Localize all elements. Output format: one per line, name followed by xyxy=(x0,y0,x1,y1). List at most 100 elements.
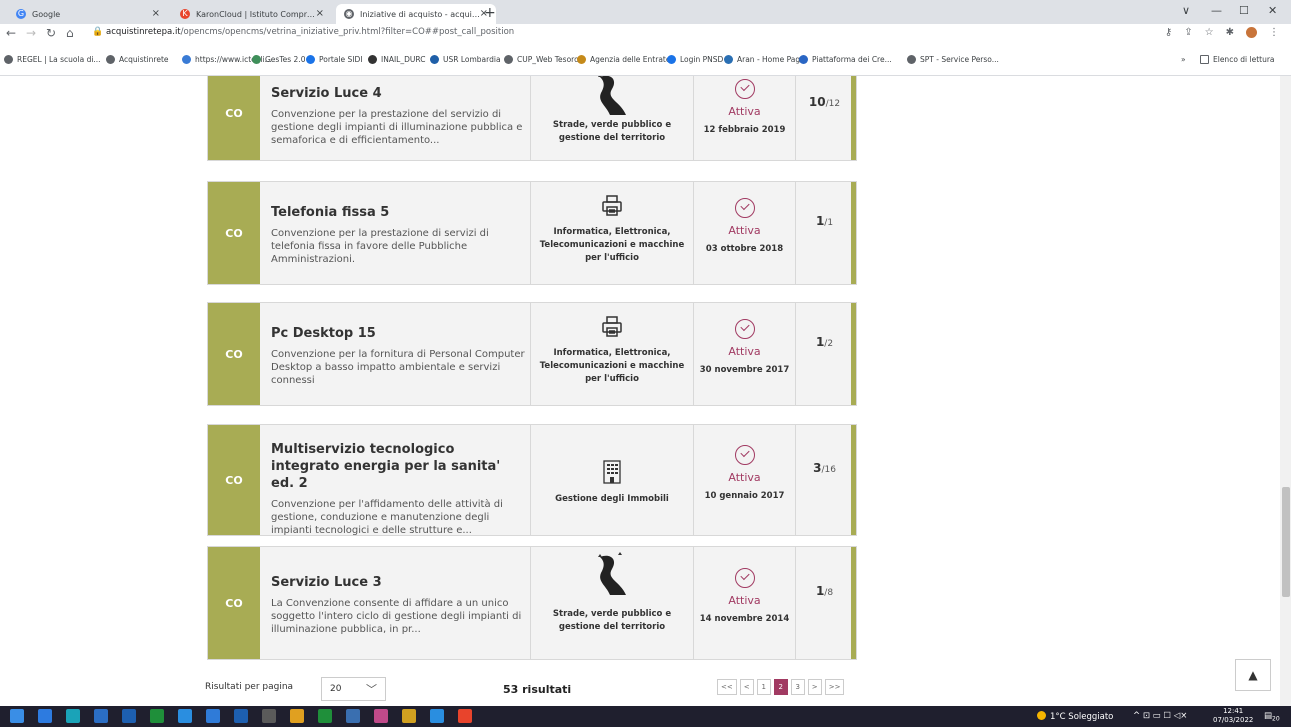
system-tray-icons[interactable]: ^ ⊡ ▭ ☐ ◁× xyxy=(1133,711,1187,721)
start-button[interactable] xyxy=(10,709,24,723)
share-icon[interactable]: ⇪ xyxy=(1184,27,1192,38)
explorer-icon[interactable] xyxy=(206,709,220,723)
bookmark-icon xyxy=(368,55,377,64)
calculator-icon[interactable] xyxy=(262,709,276,723)
tab-3[interactable]: ◉Iniziative di acquisto - acquistinre× xyxy=(336,4,496,24)
initiative-card[interactable]: CO Servizio Luce 4 Convenzione per la pres… xyxy=(207,76,857,161)
card-title[interactable]: Servizio Luce 4 xyxy=(271,85,526,102)
star-icon[interactable]: ☆ xyxy=(1205,27,1214,38)
bookmark-icon xyxy=(4,55,13,64)
notification-icon: ▤ xyxy=(1264,711,1273,721)
bookmark-item[interactable]: Portale SIDI xyxy=(306,55,363,64)
tab-search-icon[interactable]: ∨ xyxy=(1182,4,1190,17)
card-title[interactable]: Pc Desktop 15 xyxy=(271,325,526,342)
back-icon[interactable]: ← xyxy=(6,26,16,40)
page-button[interactable]: >> xyxy=(824,679,845,695)
initiative-card[interactable]: CO Multiservizio tecnologico integrato en… xyxy=(207,424,857,536)
tab-2[interactable]: K KaronCloud | Istituto Comprensi × xyxy=(172,4,332,24)
status-cell: Attiva 12 febbraio 2019 xyxy=(694,76,796,160)
reading-list-button[interactable]: Elenco di lettura xyxy=(1200,55,1275,64)
page-button[interactable]: 3 xyxy=(790,679,805,695)
bookmark-icon xyxy=(306,55,315,64)
home-icon[interactable]: ⌂ xyxy=(66,26,74,40)
bookmark-item[interactable]: CUP_Web Tesoro xyxy=(504,55,579,64)
bookmark-item[interactable]: Piattaforma dei Cre... xyxy=(799,55,892,64)
tab-label: KaronCloud | Istituto Comprensi xyxy=(196,9,316,19)
bookmark-item[interactable]: GesTes 2.0 xyxy=(252,55,305,64)
back-to-top-button[interactable]: ▲ xyxy=(1235,659,1271,691)
page-button[interactable]: << xyxy=(717,679,737,695)
tab-1[interactable]: G Google × xyxy=(8,4,168,24)
scrollbar[interactable] xyxy=(1280,76,1291,706)
card-title[interactable]: Servizio Luce 3 xyxy=(271,574,526,591)
more-bookmarks-button[interactable]: » xyxy=(1181,55,1186,64)
card-description: Convenzione per la prestazione del servi… xyxy=(271,108,523,146)
bookmark-icon xyxy=(106,55,115,64)
bookmark-item[interactable]: SPT - Service Perso... xyxy=(907,55,999,64)
lots-count: 3/16 xyxy=(813,461,836,475)
app-icon[interactable] xyxy=(374,709,388,723)
initiative-card[interactable]: CO Telefonia fissa 5 Convenzione per la pr… xyxy=(207,181,857,285)
bookmark-item[interactable]: Acquistinrete xyxy=(106,55,169,64)
bookmark-item[interactable]: Aran - Home Page xyxy=(724,55,805,64)
card-description: Convenzione per la prestazione di serviz… xyxy=(271,228,489,265)
bookmark-item[interactable]: Agenzia delle Entrate xyxy=(577,55,670,64)
edge-icon[interactable] xyxy=(38,709,52,723)
type-badge: CO xyxy=(208,182,260,284)
app-icon[interactable] xyxy=(402,709,416,723)
outlook-icon[interactable] xyxy=(94,709,108,723)
lots-count: 10/12 xyxy=(808,94,841,109)
maximize-button[interactable]: ☐ xyxy=(1239,4,1249,17)
page-button[interactable]: 1 xyxy=(756,679,771,695)
bookmark-item[interactable]: Login PNSD xyxy=(667,55,723,64)
notifications-button[interactable]: ▤20 xyxy=(1264,711,1280,723)
results-count: 53 risultati xyxy=(503,683,572,696)
url-field[interactable]: acquistinretepa.it/opencms/opencms/vetri… xyxy=(106,27,514,37)
forward-icon[interactable]: → xyxy=(26,26,36,40)
key-icon[interactable]: ⚷ xyxy=(1165,27,1172,38)
app-icon[interactable] xyxy=(430,709,444,723)
new-tab-button[interactable]: + xyxy=(484,5,496,21)
bookmark-icon xyxy=(504,55,513,64)
card-title[interactable]: Multiservizio tecnologico integrato ener… xyxy=(271,441,526,492)
scrollbar-thumb[interactable] xyxy=(1282,487,1290,597)
lock-icon[interactable]: 🔒 xyxy=(92,27,103,37)
page-button[interactable]: > xyxy=(807,679,822,695)
per-page-select[interactable]: 20 ﹀ xyxy=(321,677,386,701)
close-window-button[interactable]: ✕ xyxy=(1268,4,1277,17)
card-body: Servizio Luce 3 La Convenzione consente d… xyxy=(271,574,526,636)
check-circle-icon xyxy=(735,78,755,99)
chevron-down-icon: ﹀ xyxy=(366,683,377,696)
app-icon[interactable] xyxy=(290,709,304,723)
card-body: Multiservizio tecnologico integrato ener… xyxy=(271,441,526,537)
weather-widget[interactable]: 1°C Soleggiato xyxy=(1037,711,1113,722)
paint-icon[interactable] xyxy=(178,709,192,723)
page-button[interactable]: 2 xyxy=(773,679,788,695)
chrome-icon[interactable] xyxy=(458,709,472,723)
minimize-button[interactable]: — xyxy=(1211,4,1222,17)
type-badge: CO xyxy=(208,547,260,659)
tab-label: Iniziative di acquisto - acquistinre xyxy=(360,9,480,19)
extensions-icon[interactable]: ✱ xyxy=(1226,27,1234,38)
excel-icon[interactable] xyxy=(150,709,164,723)
bookmark-item[interactable]: INAIL_DURC xyxy=(368,55,425,64)
word-icon[interactable] xyxy=(122,709,136,723)
category-cell: Informatica, Elettronica, Telecomunicazi… xyxy=(530,182,694,284)
initiative-card[interactable]: CO Pc Desktop 15 Convenzione per la fornit… xyxy=(207,302,857,406)
chrome-icon[interactable] xyxy=(66,709,80,723)
type-badge: CO xyxy=(208,425,260,535)
initiative-card[interactable]: CO Servizio Luce 3 La Convenzione consente… xyxy=(207,546,857,660)
close-tab-icon[interactable]: × xyxy=(152,8,160,19)
app-icon[interactable] xyxy=(318,709,332,723)
close-tab-icon[interactable]: × xyxy=(316,8,324,19)
reload-icon[interactable]: ↻ xyxy=(46,26,56,40)
menu-icon[interactable]: ⋮ xyxy=(1269,27,1279,38)
avatar[interactable] xyxy=(1246,27,1257,38)
page-button[interactable]: < xyxy=(739,679,754,695)
bookmark-item[interactable]: REGEL | La scuola di... xyxy=(4,55,101,64)
app-icon[interactable] xyxy=(346,709,360,723)
card-title[interactable]: Telefonia fissa 5 xyxy=(271,204,526,221)
app-icon[interactable] xyxy=(234,709,248,723)
bookmark-item[interactable]: USR Lombardia xyxy=(430,55,501,64)
clock[interactable]: 12:41 07/03/2022 xyxy=(1213,707,1253,725)
